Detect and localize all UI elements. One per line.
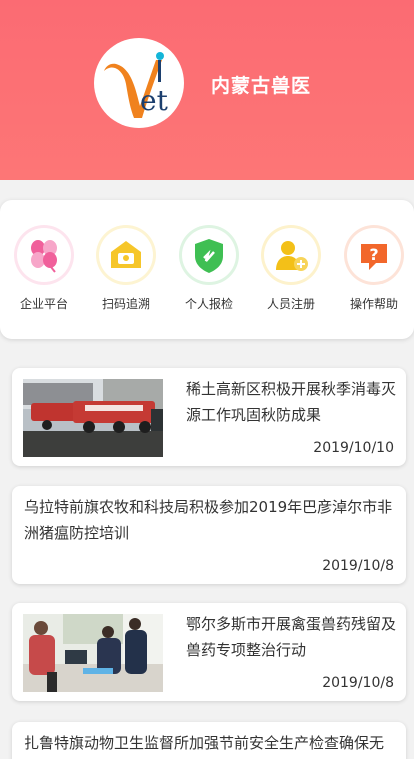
news-item[interactable]: 扎鲁特旗动物卫生监督所加强节前安全生产检查确保无 <box>12 722 406 759</box>
news-thumbnail <box>23 379 163 457</box>
news-date: 2019/10/10 <box>313 440 394 456</box>
menu-item-staff-registration[interactable]: 人员注册 <box>255 228 327 318</box>
app-logo: et <box>94 38 184 128</box>
menu-item-enterprise-platform[interactable]: 企业平台 <box>8 228 80 318</box>
svg-text:?: ? <box>369 245 378 264</box>
news-title: 稀土高新区积极开展秋季消毒灭源工作巩固秋防成果 <box>186 380 397 424</box>
svg-text:et: et <box>140 84 169 117</box>
news-item[interactable]: 鄂尔多斯市开展禽蛋兽药残留及兽药专项整治行动 2019/10/8 <box>12 603 406 701</box>
menu-item-help[interactable]: ? 操作帮助 <box>338 228 410 318</box>
menu-item-personal-inspection[interactable]: 个人报检 <box>173 228 245 318</box>
news-date: 2019/10/8 <box>322 675 394 691</box>
news-item[interactable]: 稀土高新区积极开展秋季消毒灭源工作巩固秋防成果 2019/10/10 <box>12 368 406 466</box>
user-add-icon <box>264 228 318 282</box>
news-thumbnail <box>23 614 163 692</box>
quick-menu: 企业平台 扫码追溯 个人报检 人员注册 ? 操作帮助 <box>0 200 414 339</box>
news-title: 乌拉特前旗农牧和科技局积极参加2019年巴彦淖尔市非洲猪瘟防控培训 <box>24 498 393 542</box>
app-header: et 内蒙古兽医 <box>0 0 414 180</box>
clover-icon <box>17 228 71 282</box>
scan-trace-icon <box>99 228 153 282</box>
menu-label: 操作帮助 <box>349 297 398 311</box>
disinfection-trucks-photo <box>23 379 163 457</box>
menu-label: 扫码追溯 <box>101 297 150 311</box>
menu-item-scan-trace[interactable]: 扫码追溯 <box>90 228 162 318</box>
menu-label: 企业平台 <box>19 297 68 311</box>
app-title: 内蒙古兽医 <box>211 75 312 97</box>
shield-check-icon <box>182 228 236 282</box>
news-date: 2019/10/8 <box>322 558 394 574</box>
help-bubble-icon: ? <box>347 228 401 282</box>
menu-label: 人员注册 <box>266 297 315 311</box>
menu-label: 个人报检 <box>184 297 233 311</box>
news-item[interactable]: 乌拉特前旗农牧和科技局积极参加2019年巴彦淖尔市非洲猪瘟防控培训 2019/1… <box>12 486 406 584</box>
news-title: 鄂尔多斯市开展禽蛋兽药残留及兽药专项整治行动 <box>186 615 397 659</box>
news-title: 扎鲁特旗动物卫生监督所加强节前安全生产检查确保无 <box>24 734 385 752</box>
vet-logo-icon: et <box>104 52 169 118</box>
inspection-office-photo <box>23 614 163 692</box>
